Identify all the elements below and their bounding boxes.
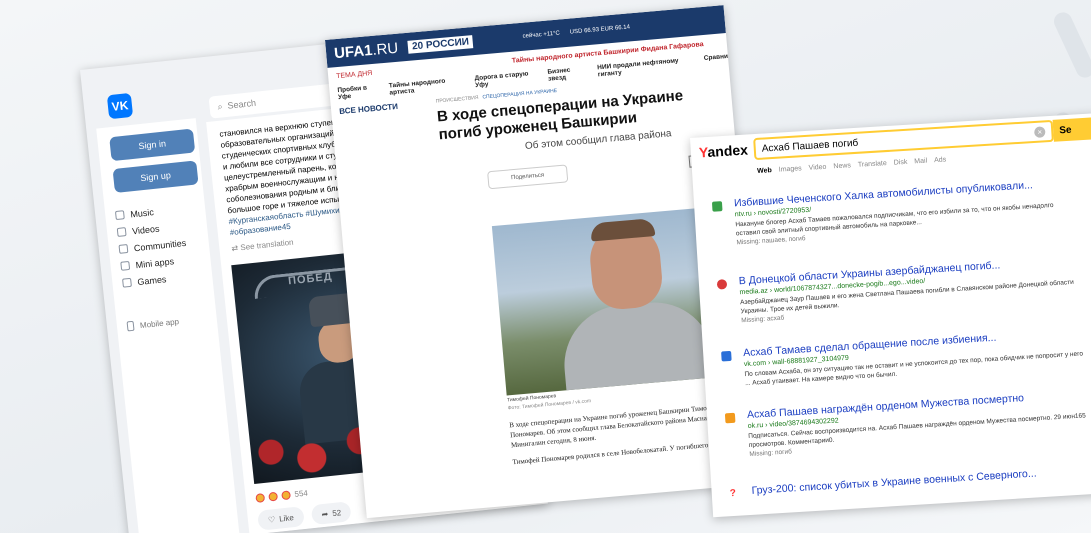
nav-item[interactable]: Дорога в старую Уфу	[474, 70, 536, 89]
games-icon	[122, 277, 132, 288]
tab-images[interactable]: Images	[779, 165, 802, 173]
phone-icon	[126, 320, 135, 332]
site-favicon: ?	[729, 487, 737, 500]
tab-mail[interactable]: Mail	[914, 158, 927, 166]
tema-dnya-label: ТЕМА ДНЯ	[335, 69, 373, 80]
search-result: В Донецкой области Украины азербайджанец…	[716, 255, 1080, 326]
reaction-icon	[281, 490, 292, 501]
weather-widget: сейчас +11°C	[522, 30, 561, 40]
sign-in-button[interactable]: Sign in	[109, 128, 196, 162]
reactions-summary[interactable]: 554	[255, 489, 308, 503]
search-icon: ⌕	[217, 100, 224, 112]
yandex-logo[interactable]: Yandex	[698, 142, 748, 161]
tab-web[interactable]: Web	[757, 167, 772, 175]
ufa-logo[interactable]: UFA1.RU	[333, 39, 398, 62]
search-button[interactable]: Se	[1052, 117, 1091, 142]
clear-icon[interactable]: ×	[1034, 126, 1046, 138]
reaction-icon	[255, 493, 266, 503]
site-favicon	[724, 412, 736, 424]
crumb-incidents[interactable]: ПРОИСШЕСТВИЯ	[436, 95, 479, 105]
tab-video[interactable]: Video	[808, 164, 826, 172]
currency-rates: USD 66.93 EUR 66.14	[569, 24, 631, 36]
communities-icon	[118, 243, 129, 254]
tab-disk[interactable]: Disk	[894, 159, 908, 167]
mobile-app-link[interactable]: Mobile app	[126, 316, 180, 332]
heart-icon: ♡	[267, 514, 276, 525]
like-button[interactable]: ♡ Like	[257, 506, 305, 531]
tab-translate[interactable]: Translate	[858, 160, 887, 169]
tab-news[interactable]: News	[833, 162, 851, 170]
nav-item[interactable]: Бизнес звезд	[547, 65, 586, 83]
search-result: Асхаб Тамаев сделал обращение после изби…	[721, 326, 1085, 388]
share-button[interactable]: ➦ 52	[310, 501, 353, 526]
result-title[interactable]: Груз-200: список убитых в Украине военны…	[751, 467, 1037, 496]
network-badge[interactable]: 20 РОССИИ	[407, 34, 474, 54]
site-favicon	[721, 350, 732, 362]
sign-up-button[interactable]: Sign up	[112, 160, 199, 194]
site-favicon	[711, 201, 723, 212]
share-button[interactable]: Поделиться	[487, 164, 569, 190]
search-result: Избившие Чеченского Халка автомобилисты …	[711, 177, 1076, 248]
music-icon	[114, 210, 125, 221]
vk-logo[interactable]: VK	[106, 92, 134, 120]
video-icon	[116, 227, 127, 237]
all-news-link[interactable]: ВСЕ НОВОСТИ	[339, 102, 398, 116]
apps-icon	[120, 260, 131, 271]
search-result: Асхаб Пашаев награждён орденом Мужества …	[724, 388, 1089, 459]
yandex-search-screenshot: Yandex Асхаб Пашаев погиб × Se Web Image…	[690, 112, 1091, 518]
reactions-count: 554	[294, 488, 309, 499]
nav-item[interactable]: Пробки в Уфе	[337, 84, 378, 102]
share-icon: ➦	[321, 509, 329, 519]
tab-ads[interactable]: Ads	[934, 156, 946, 164]
nav-item[interactable]: Сравни	[704, 53, 729, 69]
site-favicon	[716, 279, 728, 290]
vk-menu: Music Videos Communities Mini apps Games	[114, 200, 191, 292]
reaction-icon	[268, 491, 279, 502]
